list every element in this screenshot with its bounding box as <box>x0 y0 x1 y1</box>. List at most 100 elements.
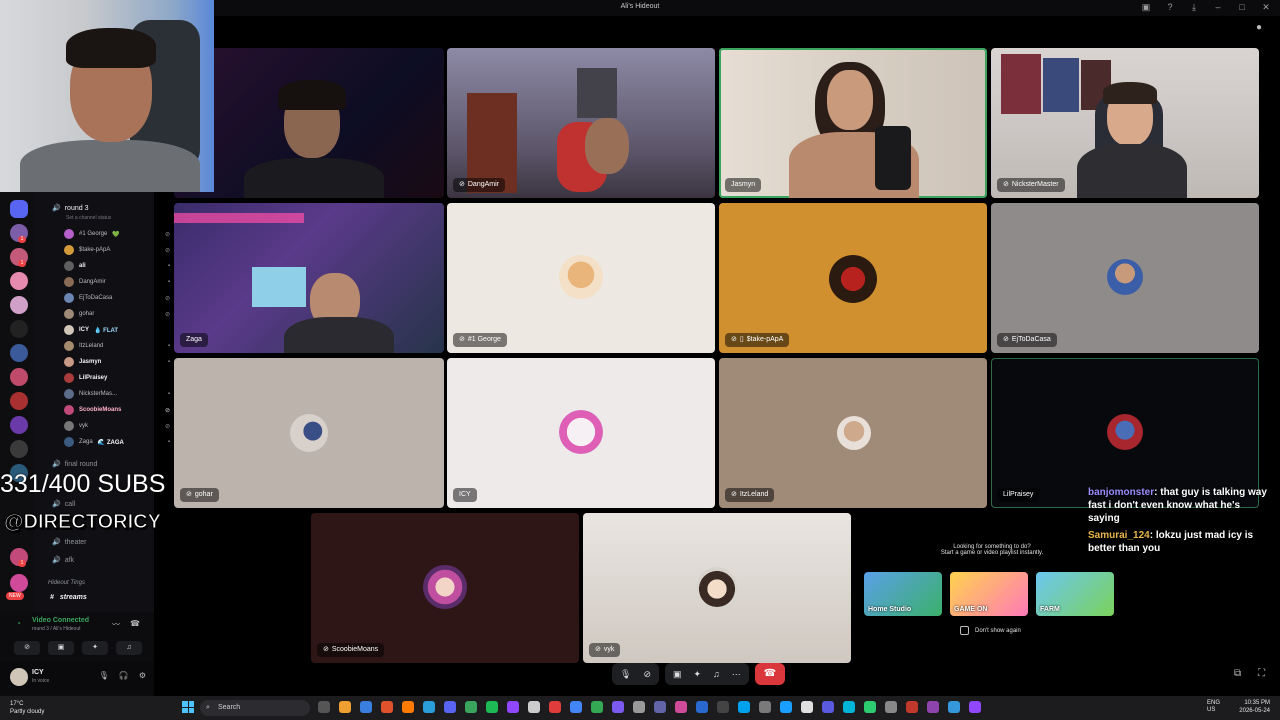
app-icon[interactable] <box>780 701 792 713</box>
dont-show-checkbox[interactable] <box>960 626 969 635</box>
member-ejtodacasa[interactable]: EjToDaCasa ⊘ <box>64 290 176 306</box>
app-icon[interactable] <box>339 701 351 713</box>
app-icon[interactable] <box>591 701 603 713</box>
activity-card-farm[interactable]: FARM <box>1036 572 1114 616</box>
app-icon[interactable] <box>528 701 540 713</box>
activities-icon[interactable]: ✦ <box>694 669 702 680</box>
video-tile-jasmyn[interactable]: Jasmyn <box>719 48 987 198</box>
voice-location[interactable]: round 3 / Ali's Hideout <box>32 626 80 632</box>
avatar-tile-vyk[interactable]: ⊘ vyk <box>583 513 851 663</box>
member-nickstermaster[interactable]: NicksterMas... ▪ <box>64 386 176 402</box>
server-icon[interactable] <box>10 272 28 290</box>
voice-channel-round-3[interactable]: 🔊 round 3 <box>46 204 88 213</box>
user-name[interactable]: ICY <box>32 669 44 676</box>
server-icon[interactable] <box>10 574 28 592</box>
app-icon[interactable] <box>549 701 561 713</box>
app-icon[interactable] <box>360 701 372 713</box>
member-ali[interactable]: ali ▪ <box>64 258 176 274</box>
channel-status[interactable]: Set a channel status <box>66 215 111 221</box>
app-icon[interactable] <box>843 701 855 713</box>
server-icon[interactable] <box>10 344 28 362</box>
voice-channel-afk[interactable]: 🔊 afk <box>46 556 74 565</box>
camera-off-icon[interactable]: ⊘ <box>643 669 651 680</box>
microphone-icon[interactable]: 🎙 <box>99 671 109 680</box>
disconnect-button[interactable]: ☎ <box>754 663 785 685</box>
member-itzleland[interactable]: ItzLeland ▪ <box>64 338 176 354</box>
video-tile-dark-room[interactable] <box>174 48 444 198</box>
weather-widget[interactable]: 17°C Partly cloudy <box>10 700 44 716</box>
app-icon[interactable] <box>612 701 624 713</box>
chat-bubble-icon[interactable]: ● <box>1256 22 1262 33</box>
server-icon[interactable]: 1 <box>10 548 28 567</box>
activity-button[interactable]: ✦ <box>82 641 108 655</box>
text-channel-streams[interactable]: # streams <box>50 594 87 601</box>
app-icon[interactable] <box>906 701 918 713</box>
server-icon[interactable]: 1 <box>10 248 28 267</box>
maximize-icon[interactable]: □ <box>1236 2 1248 13</box>
app-icon[interactable] <box>864 701 876 713</box>
server-icon[interactable] <box>10 392 28 410</box>
app-icon[interactable] <box>696 701 708 713</box>
app-icon[interactable] <box>927 701 939 713</box>
category-hideout-tings[interactable]: Hideout Tings <box>48 580 85 586</box>
member-scoobiemoans[interactable]: ScoobieMoans ⊘ <box>64 402 176 418</box>
minimize-icon[interactable]: – <box>1212 2 1224 13</box>
download-icon[interactable]: ⤓ <box>1188 2 1200 13</box>
close-icon[interactable]: ✕ <box>1260 2 1272 13</box>
app-icon[interactable] <box>801 701 813 713</box>
avatar-tile-itzleland[interactable]: ⊘ ItzLeland <box>719 358 987 508</box>
app-icon[interactable] <box>465 701 477 713</box>
fullscreen-icon[interactable]: ⛶ <box>1258 668 1265 679</box>
voice-channel-final-round[interactable]: 🔊 final round <box>46 460 97 469</box>
disconnect-icon[interactable]: ☎ <box>130 619 140 628</box>
app-icon[interactable] <box>822 701 834 713</box>
app-icon[interactable] <box>486 701 498 713</box>
member-stake-papa[interactable]: $take-pApA ⊘ <box>64 242 176 258</box>
member-icy[interactable]: ICY 💧 FLAT <box>64 322 176 338</box>
app-icon[interactable] <box>423 701 435 713</box>
server-icon[interactable] <box>10 296 28 314</box>
microphone-icon[interactable]: 🎙 <box>620 669 631 680</box>
screenshare-icon[interactable]: ▣ <box>673 669 682 680</box>
app-icon[interactable] <box>948 701 960 713</box>
video-tile-nickstermaster[interactable]: ⊘ NicksterMaster <box>991 48 1259 198</box>
language-indicator[interactable]: ENG US <box>1207 700 1220 714</box>
server-icon[interactable] <box>10 320 28 338</box>
server-icon[interactable] <box>10 416 28 434</box>
voice-channel-call[interactable]: 🔊 call <box>46 500 75 509</box>
member-gohar[interactable]: gohar ⊘ <box>64 306 176 322</box>
app-icon[interactable] <box>759 701 771 713</box>
avatar[interactable] <box>10 668 28 686</box>
system-clock[interactable]: 10:35 PM 2026-05-24 <box>1239 699 1270 715</box>
more-icon[interactable]: ⋯ <box>732 669 741 680</box>
app-icon[interactable] <box>507 701 519 713</box>
screenshare-button[interactable]: ▣ <box>48 641 74 655</box>
app-icon[interactable] <box>738 701 750 713</box>
avatar-tile-scoobiemoans[interactable]: ⊘ ScoobieMoans <box>311 513 579 663</box>
camera-button[interactable]: ⊘ <box>14 641 40 655</box>
noise-suppression-icon[interactable]: 〰 <box>112 619 120 630</box>
member-vyk[interactable]: vyk ⊘ <box>64 418 176 434</box>
member-jasmyn[interactable]: Jasmyn ▪ <box>64 354 176 370</box>
member-lilpraisey[interactable]: LilPraisey <box>64 370 176 386</box>
server-icon[interactable]: 1 <box>10 224 28 243</box>
member-dangamir[interactable]: DangAmir ▪ <box>64 274 176 290</box>
member-zaga[interactable]: Zaga 🌊 ZAGA ▪ <box>64 434 176 450</box>
avatar-tile-ejtodacasa[interactable]: ⊘ EjToDaCasa <box>991 203 1259 353</box>
voice-channel-theater[interactable]: 🔊 theater <box>46 538 87 547</box>
app-icon[interactable] <box>444 701 456 713</box>
windows-start-icon[interactable] <box>182 701 194 713</box>
avatar-tile-icy[interactable]: ICY <box>447 358 715 508</box>
gear-icon[interactable]: ⚙ <box>139 671 146 680</box>
app-icon[interactable] <box>675 701 687 713</box>
app-icon[interactable] <box>633 701 645 713</box>
app-icon[interactable] <box>570 701 582 713</box>
video-tile-zaga[interactable]: Zaga <box>174 203 444 353</box>
app-icon[interactable] <box>402 701 414 713</box>
app-icon[interactable] <box>885 701 897 713</box>
video-tile-dangamir[interactable]: ⊘ DangAmir <box>447 48 715 198</box>
headphones-icon[interactable]: 🎧 <box>119 671 129 680</box>
member-george[interactable]: #1 George 💚 ⊘ <box>64 226 176 242</box>
soundboard-icon[interactable]: ♫ <box>713 669 720 679</box>
soundboard-button[interactable]: ♫ <box>116 641 142 655</box>
